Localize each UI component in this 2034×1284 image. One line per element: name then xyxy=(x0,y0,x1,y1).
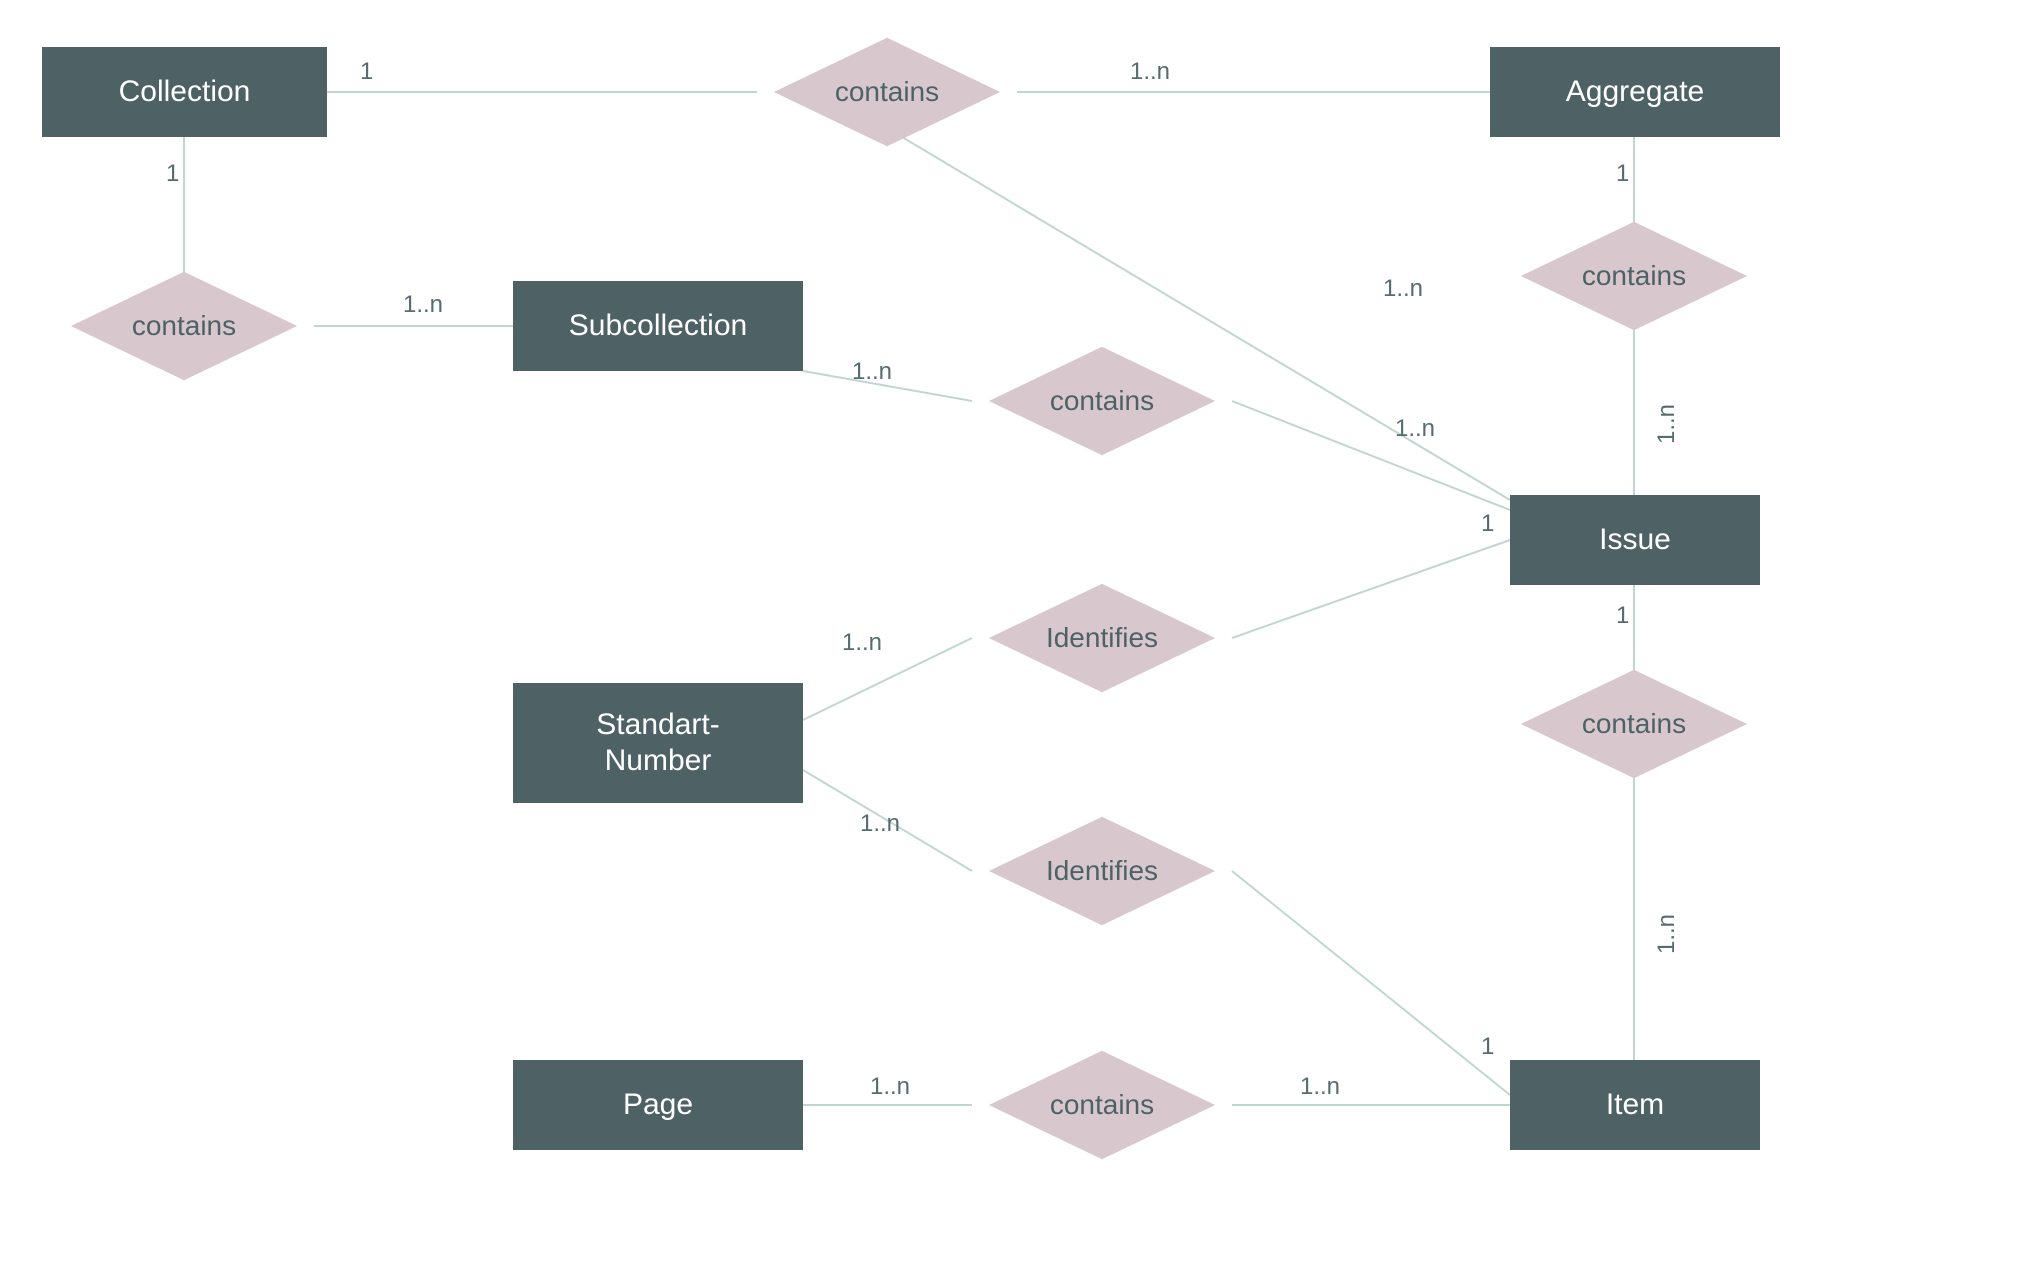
edge-identifies-issue-issue xyxy=(1232,540,1510,638)
edge-std-identifies-issue xyxy=(803,638,972,720)
entity-page: Page xyxy=(513,1060,803,1150)
cardinality: 1..n xyxy=(1653,914,1681,954)
relationship-label: contains xyxy=(1050,385,1154,417)
relationship-label: contains xyxy=(1050,1089,1154,1121)
relationship-label: contains xyxy=(132,310,236,342)
entity-label: Collection xyxy=(119,74,251,110)
entity-aggregate: Aggregate xyxy=(1490,47,1780,137)
relationship-label: contains xyxy=(835,76,939,108)
relationship-contains-issue-item: contains xyxy=(1504,644,1764,804)
entity-label: Item xyxy=(1606,1087,1664,1123)
cardinality: 1 xyxy=(166,160,179,188)
cardinality: 1..n xyxy=(860,810,900,838)
er-diagram: Collection Subcollection Aggregate Issue… xyxy=(0,0,2034,1284)
entity-label: Standart- Number xyxy=(596,707,719,779)
relationship-label: contains xyxy=(1582,708,1686,740)
cardinality: 1..n xyxy=(1383,275,1423,303)
relationship-label: Identifies xyxy=(1046,855,1158,887)
cardinality: 1..n xyxy=(1300,1073,1340,1101)
entity-label: Issue xyxy=(1599,522,1671,558)
relationship-label: contains xyxy=(1582,260,1686,292)
entity-subcollection: Subcollection xyxy=(513,281,803,371)
relationship-identifies-issue: Identifies xyxy=(972,558,1232,718)
cardinality: 1..n xyxy=(1130,58,1170,86)
cardinality: 1..n xyxy=(852,358,892,386)
cardinality: 1 xyxy=(1616,602,1629,630)
entity-label: Page xyxy=(623,1087,693,1123)
relationship-label: Identifies xyxy=(1046,622,1158,654)
edge-contains-sub-issue-issue xyxy=(1232,401,1510,510)
cardinality: 1 xyxy=(1481,510,1494,538)
relationship-contains-page-item: contains xyxy=(972,1025,1232,1185)
relationship-identifies-item: Identifies xyxy=(972,791,1232,951)
cardinality: 1..n xyxy=(1395,415,1435,443)
entity-issue: Issue xyxy=(1510,495,1760,585)
relationship-contains-agg-issue: contains xyxy=(1504,196,1764,356)
relationship-contains-sub-issue: contains xyxy=(972,321,1232,481)
cardinality: 1 xyxy=(1481,1033,1494,1061)
entity-label: Aggregate xyxy=(1566,74,1704,110)
cardinality: 1..n xyxy=(842,629,882,657)
cardinality: 1 xyxy=(360,58,373,86)
entity-label: Subcollection xyxy=(569,308,747,344)
entity-standart-number: Standart- Number xyxy=(513,683,803,803)
cardinality: 1 xyxy=(1616,160,1629,188)
cardinality: 1..n xyxy=(403,291,443,319)
relationship-contains-top: contains xyxy=(757,12,1017,172)
entity-item: Item xyxy=(1510,1060,1760,1150)
cardinality: 1..n xyxy=(1653,404,1681,444)
relationship-contains-left: contains xyxy=(54,246,314,406)
entity-collection: Collection xyxy=(42,47,327,137)
edge-identifies-item-item xyxy=(1232,871,1510,1095)
cardinality: 1..n xyxy=(870,1073,910,1101)
